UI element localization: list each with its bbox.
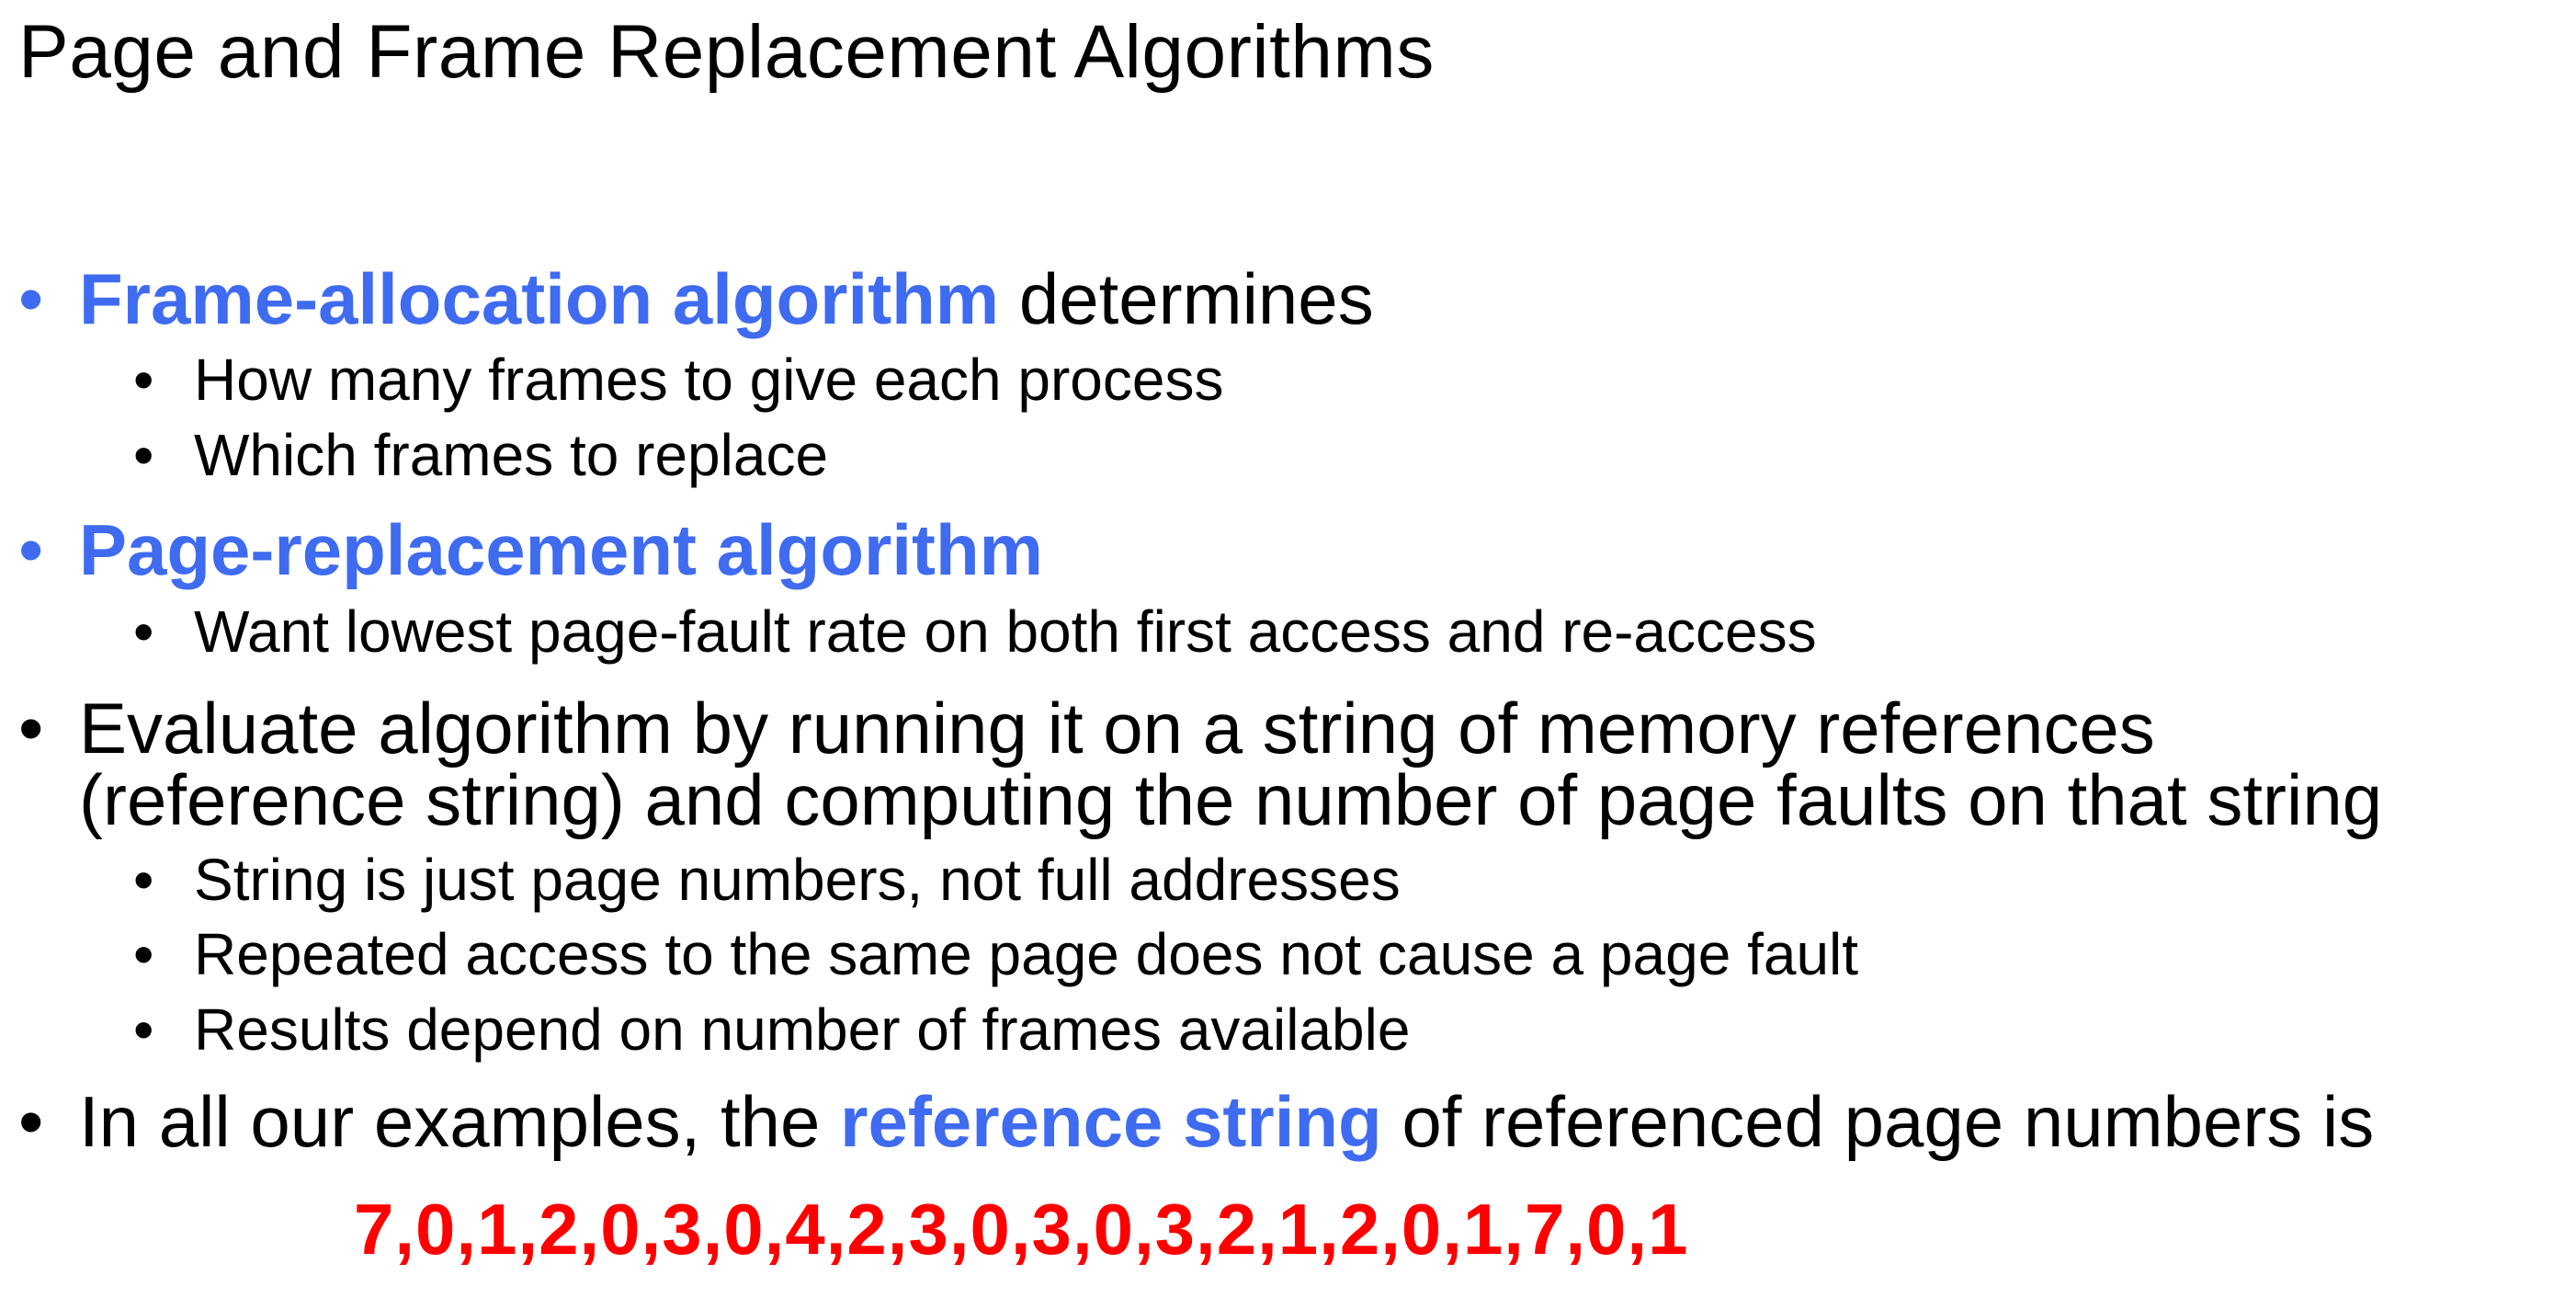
reference-string-sequence: 7,0,1,2,0,3,0,4,2,3,0,3,0,3,2,1,2,0,1,7,… xyxy=(354,1189,1689,1270)
slide-title: Page and Frame Replacement Algorithms xyxy=(18,10,1435,94)
bullet-dot: • xyxy=(18,258,44,339)
sub-bullet-dot: • xyxy=(133,422,154,488)
sub-bullet-dot: • xyxy=(133,598,154,665)
bullet-dot: • xyxy=(18,1081,44,1162)
bullet-text: In all our examples, the reference strin… xyxy=(79,1085,2374,1158)
sub-bullet-dot: • xyxy=(133,347,154,413)
sub-bullet-dot: • xyxy=(133,847,154,913)
bullet-text-line2: (reference string) and computing the num… xyxy=(79,759,2383,840)
sub-bullet-text: Want lowest page-fault rate on both firs… xyxy=(194,598,1817,665)
bullet-text: Page-replacement algorithm xyxy=(79,513,1043,586)
sub-bullet-text: How many frames to give each process xyxy=(194,347,1224,413)
term-frame-allocation: Frame-allocation algorithm xyxy=(79,258,1000,339)
bullet-dot: • xyxy=(18,509,44,590)
term-page-replacement: Page-replacement algorithm xyxy=(79,509,1043,590)
bullet-text: Frame-allocation algorithm determines xyxy=(79,262,1374,336)
sub-bullet-text: Repeated access to the same page does no… xyxy=(194,921,1859,987)
sub-bullet-text: Results depend on number of frames avail… xyxy=(194,996,1411,1063)
term-reference-string: reference string xyxy=(840,1081,1382,1162)
bullet-prefix: In all our examples, the xyxy=(79,1081,841,1162)
sub-bullet-text: String is just page numbers, not full ad… xyxy=(194,847,1401,913)
sub-bullet-dot: • xyxy=(133,921,154,987)
sub-bullet-text: Which frames to replace xyxy=(194,422,829,488)
sub-bullet-dot: • xyxy=(133,996,154,1063)
bullet-dot: • xyxy=(18,688,44,769)
bullet-suffix: of referenced page numbers is xyxy=(1381,1081,2375,1162)
bullet-text-line1: Evaluate algorithm by running it on a st… xyxy=(79,688,2155,769)
bullet-rest: determines xyxy=(999,258,1374,339)
